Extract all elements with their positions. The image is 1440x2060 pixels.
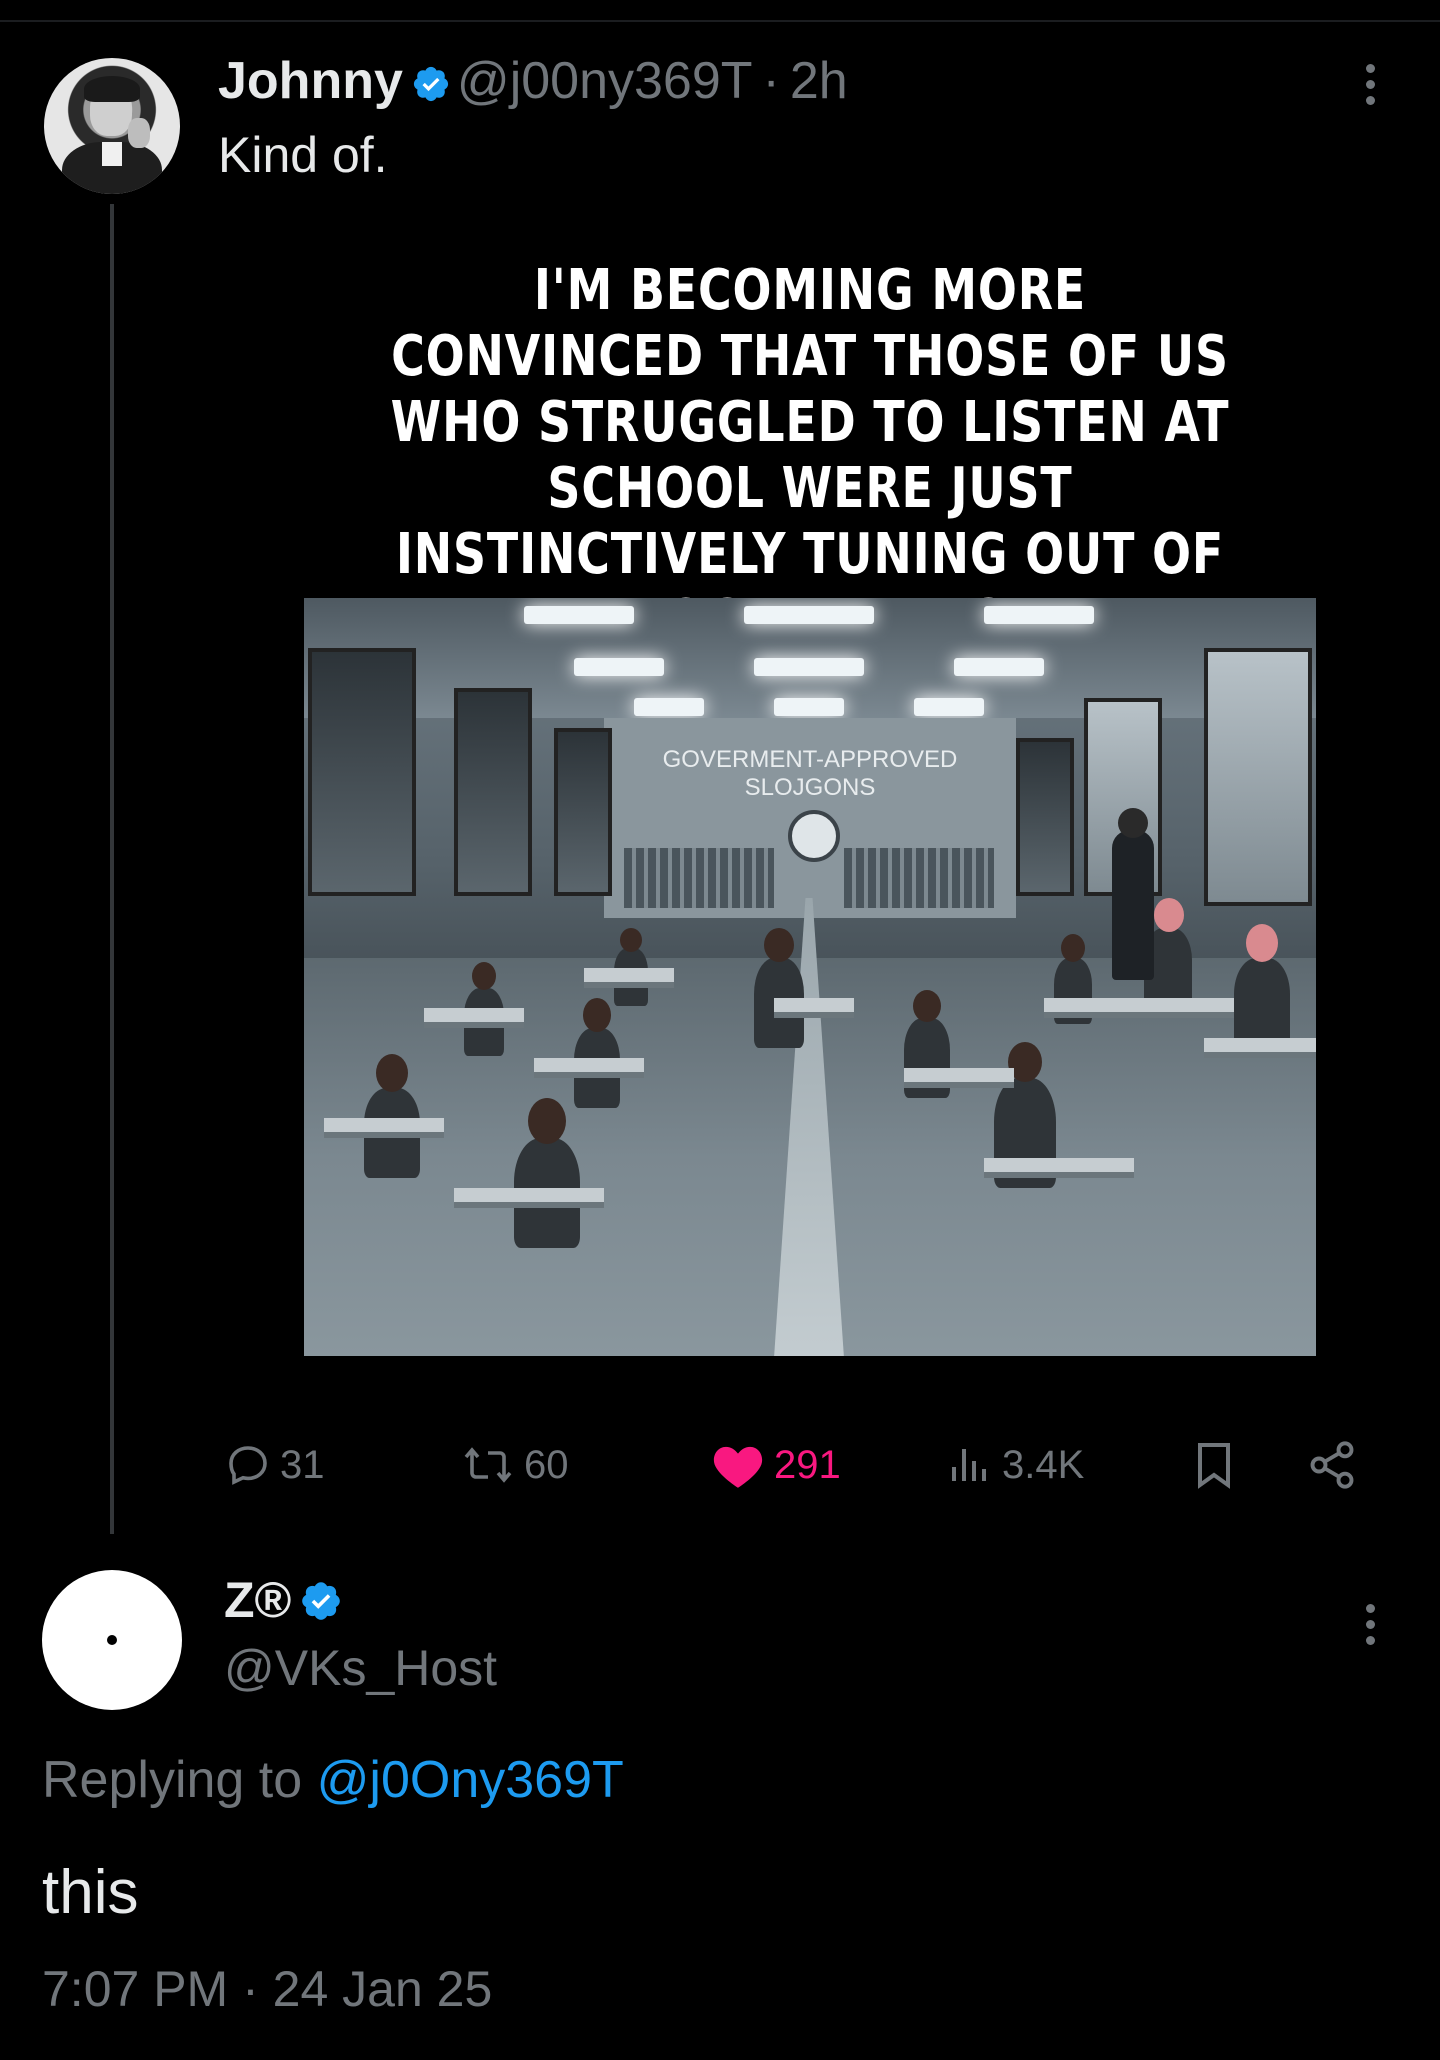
emblem — [788, 810, 840, 862]
bookmark-icon — [1198, 1443, 1230, 1489]
bookmark-button[interactable] — [1190, 1430, 1238, 1500]
top-divider — [0, 20, 1440, 22]
like-count: 291 — [774, 1442, 841, 1487]
more-options-icon[interactable] — [1350, 64, 1390, 105]
views-button[interactable]: 3.4K — [946, 1430, 1084, 1500]
reply-author-handle[interactable]: @VKs_Host — [224, 1638, 497, 1698]
reply-button[interactable]: 31 — [224, 1430, 325, 1500]
repost-button[interactable]: 60 — [460, 1430, 569, 1500]
like-button[interactable]: 291 — [710, 1430, 841, 1500]
verified-badge-icon — [299, 1576, 343, 1636]
replying-to-link[interactable]: @j0Ony369T — [317, 1751, 624, 1809]
more-options-icon[interactable] — [1350, 1604, 1390, 1645]
tweet-header: Johnny @j00ny369T · 2h — [218, 50, 848, 118]
views-count: 3.4K — [1002, 1442, 1085, 1487]
reply-icon — [229, 1446, 267, 1485]
reply-avatar[interactable] — [42, 1570, 182, 1710]
replying-prefix: Replying to — [42, 1751, 317, 1809]
views-icon — [952, 1449, 986, 1481]
heart-icon — [713, 1446, 763, 1488]
avatar[interactable] — [44, 58, 180, 194]
tweet-age[interactable]: 2h — [790, 52, 848, 110]
replying-to: Replying to @j0Ony369T — [42, 1748, 624, 1812]
guard-figure — [1112, 830, 1154, 980]
thread-connector — [110, 204, 114, 1534]
tweet-actions: 31 60 291 3.4K — [0, 1430, 1440, 1500]
separator: · — [762, 52, 780, 110]
reply-author-row: Z® — [224, 1570, 349, 1636]
share-button[interactable] — [1306, 1430, 1358, 1500]
meme-caption: I'M BECOMING MORE CONVINCED THAT THOSE O… — [390, 258, 1230, 653]
share-icon — [1310, 1441, 1354, 1489]
tweet-text: Kind of. — [218, 127, 388, 183]
verified-badge-icon — [411, 56, 451, 118]
reply-text: this — [42, 1858, 139, 1927]
meme-image[interactable]: GOVERMENT-APPROVED SLOJGONS — [304, 598, 1316, 1356]
reply-count: 31 — [280, 1442, 325, 1487]
repost-icon — [464, 1447, 512, 1483]
repost-count: 60 — [524, 1442, 569, 1487]
reply-author-name[interactable]: Z® — [224, 1572, 291, 1628]
reply-timestamp[interactable]: 7:07 PM · 24 Jan 25 — [42, 1958, 492, 2020]
author-name[interactable]: Johnny — [218, 52, 403, 110]
author-handle[interactable]: @j00ny369T — [457, 52, 753, 110]
